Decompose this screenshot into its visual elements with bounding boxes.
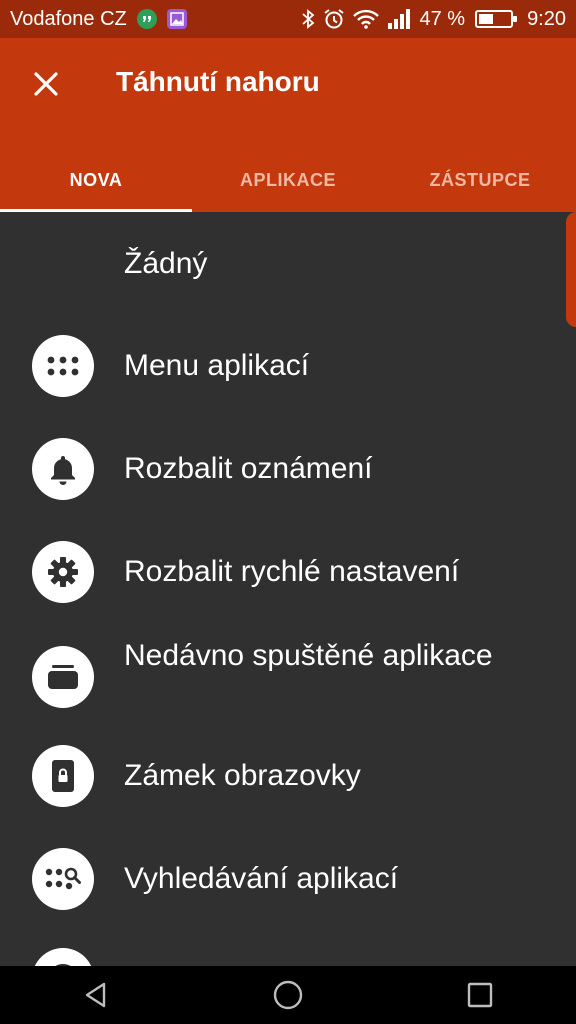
list-item-label: Rozbalit rychlé nastavení xyxy=(124,555,460,588)
list-item-app-drawer[interactable]: Menu aplikací xyxy=(0,333,560,399)
list-item-label: Rozbalit oznámení xyxy=(124,452,373,485)
bluetooth-icon xyxy=(301,9,315,29)
status-bar: Vodafone CZ 47 % 9:20 xyxy=(0,0,576,38)
back-icon xyxy=(85,982,106,1008)
battery-percent: 47 % xyxy=(419,7,466,30)
close-button[interactable] xyxy=(26,64,66,104)
list-item-label: Zámek obrazovky xyxy=(124,759,361,792)
app-bar: Táhnutí nahoru NOVA APLIKACE ZÁSTUPCE xyxy=(0,38,576,212)
app-drawer-icon xyxy=(32,335,94,397)
partial-icon xyxy=(32,948,94,966)
recent-apps-icon xyxy=(32,646,94,708)
alarm-icon xyxy=(323,8,345,30)
clock: 9:20 xyxy=(527,7,566,30)
back-button[interactable] xyxy=(66,966,126,1024)
home-button[interactable] xyxy=(258,966,318,1024)
tab-bar: NOVA APLIKACE ZÁSTUPCE xyxy=(0,148,576,212)
recents-button[interactable] xyxy=(450,966,510,1024)
app-search-icon xyxy=(32,848,94,910)
tab-aplikace[interactable]: APLIKACE xyxy=(192,148,384,212)
gallery-icon xyxy=(166,9,187,29)
carrier-name: Vodafone CZ xyxy=(10,7,127,30)
wifi-icon xyxy=(353,9,380,29)
list-item-label: Vyhledávání aplikací xyxy=(124,862,399,895)
battery-icon xyxy=(475,10,518,28)
signal-icon xyxy=(387,9,411,29)
list-item-expand-notifications[interactable]: Rozbalit oznámení xyxy=(0,436,560,502)
action-list[interactable]: Žádný Menu aplikací Rozbalit oznámení Ro… xyxy=(0,212,576,966)
list-item-app-search[interactable]: Vyhledávání aplikací xyxy=(0,846,560,912)
list-item-recent-apps[interactable]: Nedávno spuštěné aplikace xyxy=(0,632,560,722)
overscroll-indicator xyxy=(566,212,576,327)
hangouts-icon xyxy=(136,9,157,29)
page-title: Táhnutí nahoru xyxy=(116,66,320,97)
list-item-label: Menu aplikací xyxy=(124,349,310,382)
list-item-none[interactable]: Žádný xyxy=(0,232,560,298)
list-item-label: Nedávno spuštěné aplikace xyxy=(124,639,493,672)
tab-nova[interactable]: NOVA xyxy=(0,148,192,212)
tab-zastupce[interactable]: ZÁSTUPCE xyxy=(384,148,576,212)
home-icon xyxy=(273,980,303,1010)
recents-icon xyxy=(467,982,493,1008)
navigation-bar xyxy=(0,966,576,1024)
list-item-expand-quick-settings[interactable]: Rozbalit rychlé nastavení xyxy=(0,539,560,605)
close-icon xyxy=(34,72,58,96)
lock-phone-icon xyxy=(32,745,94,807)
list-item-screen-lock[interactable]: Zámek obrazovky xyxy=(0,743,560,809)
bell-icon xyxy=(32,438,94,500)
gear-icon xyxy=(32,541,94,603)
list-item-label: Žádný xyxy=(124,247,208,280)
battery-level xyxy=(479,14,494,24)
list-item-partial[interactable] xyxy=(0,948,560,966)
